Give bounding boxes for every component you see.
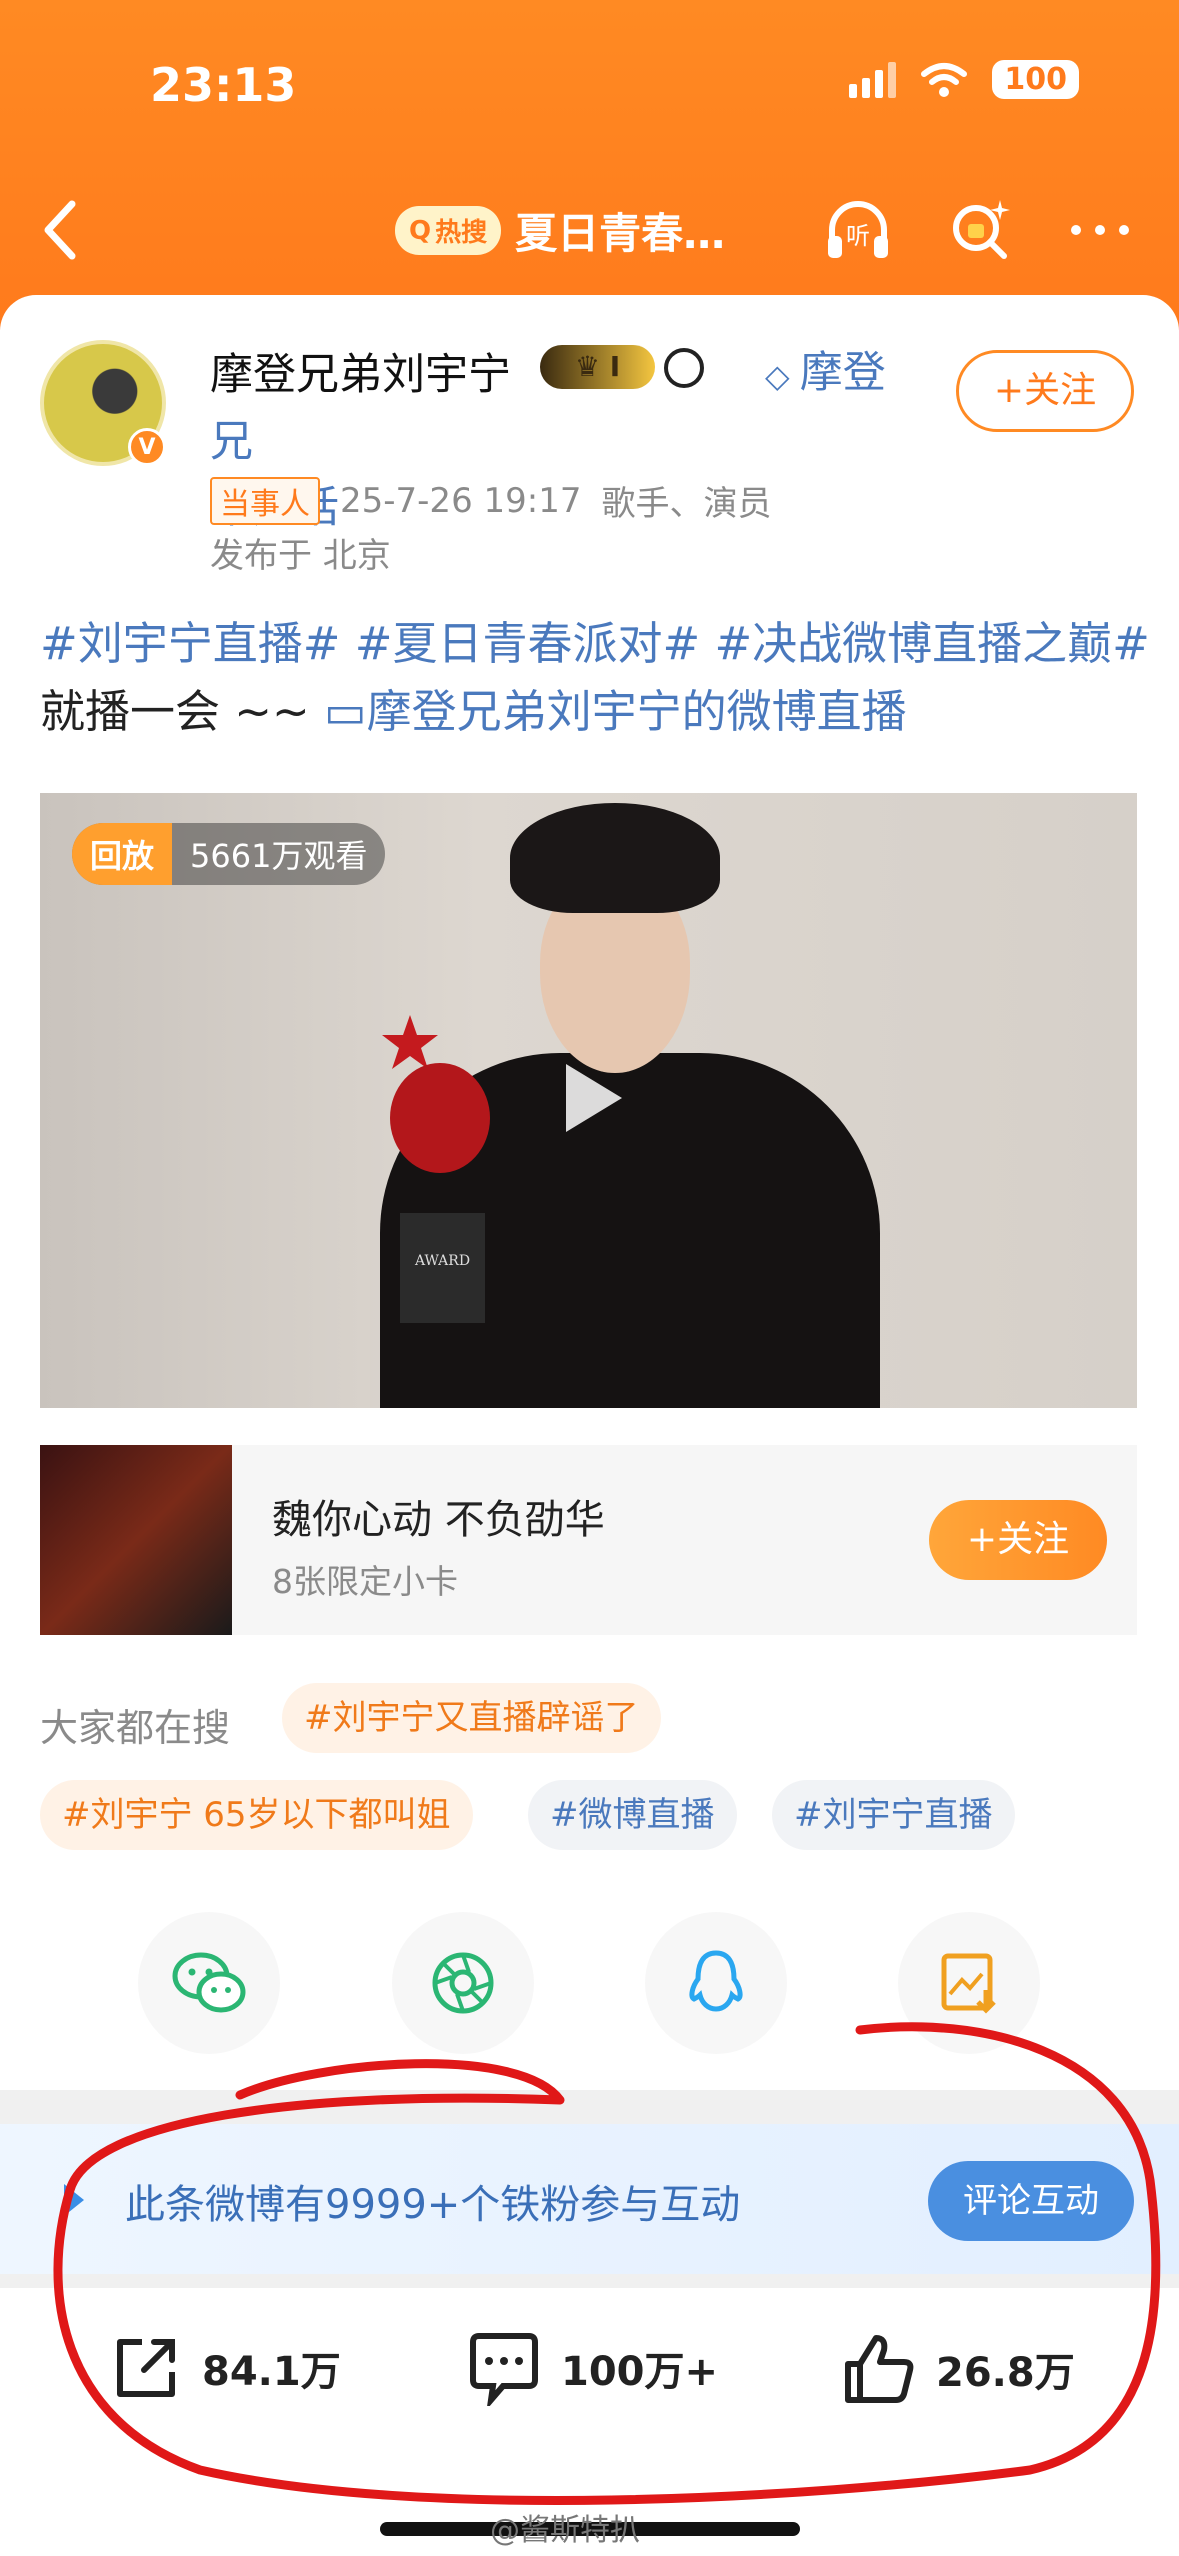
promo-follow-button[interactable]: +关注 (929, 1500, 1107, 1580)
moments-icon (432, 1952, 494, 2014)
search-topic-button[interactable] (940, 190, 1020, 270)
top-header: 23:13 100 Q 热搜 夏日青春… 听 (0, 0, 1179, 330)
magnifier-sparkle-icon (953, 200, 1010, 259)
live-link[interactable]: ▭摩登兄弟刘宇宁的微博直播 (324, 685, 907, 738)
post-location: 发布于 北京 (210, 536, 391, 576)
battery-indicator: 100 (992, 60, 1079, 99)
trophy-label: AWARD (414, 1253, 471, 1269)
search-chip[interactable]: #微博直播 (528, 1780, 737, 1850)
search-chip[interactable]: #刘宇宁 65岁以下都叫姐 (40, 1780, 473, 1850)
chevron-right-icon (64, 2184, 84, 2216)
post-datetime: 25-7-26 19:17 (340, 480, 582, 521)
headphones-icon: 听 (828, 201, 888, 258)
thumbs-up-icon (845, 2335, 914, 2403)
comment-action[interactable]: 100万+ (465, 2330, 718, 2406)
share-moments-button[interactable] (392, 1912, 534, 2054)
comment-interact-button[interactable]: 评论互动 (928, 2161, 1134, 2241)
party-tag: 当事人 (210, 476, 320, 525)
more-dots-icon (1071, 225, 1129, 235)
fans-text: 此条微博有9999+个铁粉参与互动 (125, 2182, 741, 2228)
follow-button[interactable]: +关注 (956, 350, 1134, 432)
fans-interaction-bar[interactable]: 此条微博有9999+个铁粉参与互动 评论互动 (0, 2124, 1179, 2274)
nav-bar: Q 热搜 夏日青春… 听 (0, 190, 1179, 270)
verified-badge-icon: V (128, 428, 166, 466)
trophy-image: AWARD (380, 1013, 500, 1323)
status-icons: 100 (849, 60, 1079, 99)
view-count: 5661万观看 (190, 837, 368, 875)
comment-icon (470, 2333, 538, 2406)
diamond-icon: ◇ (765, 357, 800, 395)
back-arrow-icon[interactable] (32, 190, 92, 270)
section-divider (0, 2090, 1179, 2124)
search-label: 大家都在搜 (40, 1706, 231, 1750)
replay-label: 回放 (72, 823, 173, 885)
video-player[interactable]: AWARD 回放 5661万观看 (40, 793, 1137, 1408)
hashtag-link[interactable]: #刘宇宁直播# (40, 617, 340, 670)
nav-title[interactable]: Q 热搜 夏日青春… (395, 200, 725, 261)
author-role: 歌手、演员 (601, 484, 772, 524)
more-button[interactable] (1060, 190, 1140, 270)
listen-button[interactable]: 听 (818, 190, 898, 270)
topic-title: 夏日青春… (515, 209, 726, 258)
hashtag-link[interactable]: #决战微博直播之巅# (714, 617, 1149, 670)
post-meta: 当事人 25-7-26 19:17 歌手、演员 (210, 476, 772, 525)
share-qq-button[interactable] (645, 1912, 787, 2054)
promo-subtitle: 8张限定小卡 (272, 1562, 458, 1601)
trophy-figure (390, 1063, 490, 1173)
person-hair (510, 803, 720, 913)
watermark: @酱斯特扒 (490, 2513, 640, 2548)
wechat-icon (172, 1952, 246, 2013)
svg-text:听: 听 (846, 222, 870, 250)
promo-title: 魏你心动 不负劭华 (272, 1497, 605, 1543)
promo-card[interactable]: 魏你心动 不负劭华 8张限定小卡 +关注 (40, 1445, 1137, 1635)
video-camera-icon: ▭ (324, 685, 367, 738)
live-link-label: 摩登兄弟刘宇宁的微博直播 (366, 685, 907, 738)
trophy-base: AWARD (400, 1213, 485, 1323)
search-icon: Q (409, 215, 432, 246)
repost-action[interactable]: 84.1万 (108, 2330, 341, 2406)
post-body: #刘宇宁直播# #夏日青春派对# #决战微博直播之巅# 就播一会 ~~ ▭摩登兄… (40, 610, 1150, 746)
replay-badge: 回放 5661万观看 (72, 823, 386, 885)
like-count: 26.8万 (936, 2350, 1075, 2396)
search-chip[interactable]: #刘宇宁又直播辟谣了 (282, 1683, 661, 1753)
section-divider (0, 2274, 1179, 2288)
like-action[interactable]: 26.8万 (840, 2330, 1075, 2408)
comment-count: 100万+ (561, 2349, 719, 2395)
save-image-button[interactable] (898, 1912, 1040, 2054)
repost-count: 84.1万 (202, 2349, 341, 2395)
wifi-icon (921, 62, 968, 97)
hot-search-badge: Q 热搜 (395, 206, 502, 255)
hashtag-link[interactable]: #夏日青春派对# (355, 617, 700, 670)
search-chip[interactable]: #刘宇宁直播 (772, 1780, 1015, 1850)
promo-thumbnail (40, 1445, 232, 1635)
save-image-icon (941, 1953, 996, 2014)
qq-icon (689, 1950, 743, 2012)
status-time: 23:13 (150, 58, 297, 112)
repost-icon (117, 2339, 175, 2397)
post-text: 就播一会 ~~ (40, 685, 310, 738)
play-icon[interactable] (558, 1058, 628, 1138)
cellular-signal-icon (849, 61, 897, 98)
hot-search-label: 热搜 (435, 218, 488, 248)
share-wechat-button[interactable] (138, 1912, 280, 2054)
